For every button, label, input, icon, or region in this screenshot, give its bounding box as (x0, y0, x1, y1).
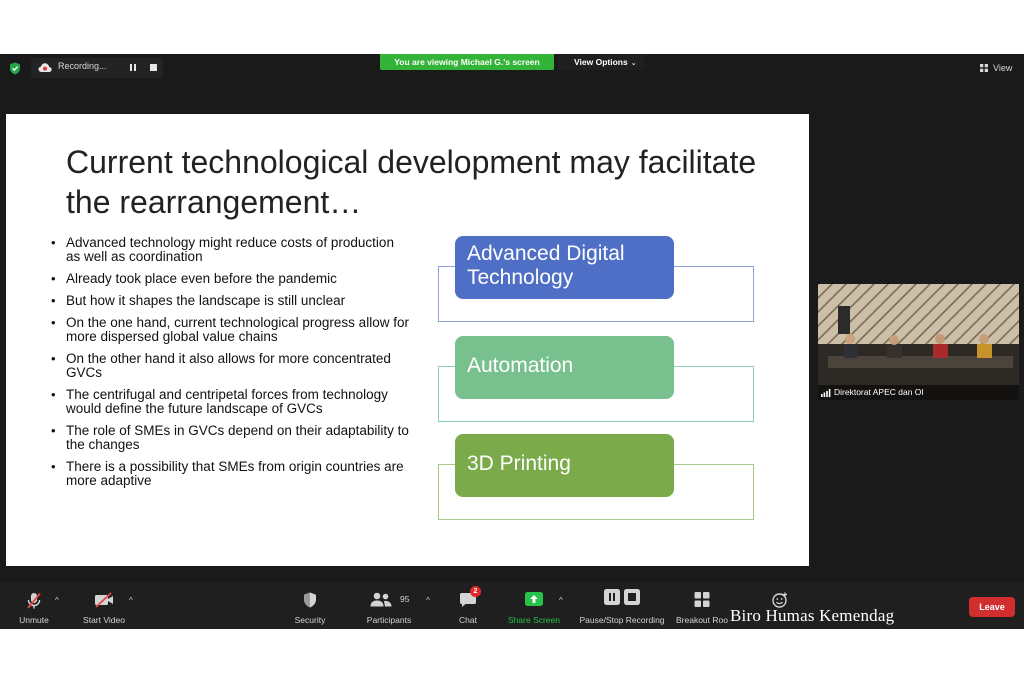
shield-icon (304, 592, 316, 608)
leave-button[interactable]: Leave (969, 597, 1015, 617)
participant-name: Direktorat APEC dan OI (834, 387, 924, 397)
audio-options-caret[interactable]: ^ (55, 596, 59, 605)
watermark-text: Biro Humas Kemendag (730, 606, 895, 625)
bullet-item: There is a possibility that SMEs from or… (50, 460, 410, 488)
grid-view-icon (980, 64, 988, 72)
recording-label: Recording... (58, 61, 107, 71)
participants-options-caret[interactable]: ^ (426, 596, 430, 605)
chevron-down-icon: ⌄ (630, 60, 637, 67)
bullet-item: On the other hand it also allows for mor… (50, 352, 410, 380)
view-button[interactable]: View (976, 59, 1018, 77)
chat-label: Chat (459, 615, 477, 625)
start-video-label: Start Video (83, 615, 125, 625)
pause-recording-icon[interactable] (128, 63, 137, 73)
view-label: View (993, 63, 1013, 73)
advanced-digital-technology-box: Advanced Digital Technology (455, 236, 674, 299)
chat-button[interactable]: 2 Chat (448, 582, 488, 629)
share-screen-icon (525, 592, 543, 606)
microphone-muted-icon (27, 592, 41, 609)
bullet-list: Advanced technology might reduce costs o… (50, 236, 410, 496)
share-screen-label: Share Screen (508, 615, 560, 625)
top-bar: Recording... You are viewing Michael G.'… (0, 54, 1024, 82)
pause-stop-recording-label: Pause/Stop Recording (579, 615, 665, 625)
connection-bars-icon (821, 389, 831, 397)
zoom-window: Recording... You are viewing Michael G.'… (0, 54, 1024, 629)
bullet-item: Advanced technology might reduce costs o… (50, 236, 410, 264)
unmute-button[interactable]: Unmute (10, 582, 58, 629)
bullet-item: The centrifugal and centripetal forces f… (50, 388, 410, 416)
chat-unread-badge: 2 (470, 586, 481, 597)
participants-label: Participants (366, 615, 412, 625)
view-options-button[interactable]: View Options ⌄ (558, 54, 644, 70)
bullet-item: The role of SMEs in GVCs depend on their… (50, 424, 410, 452)
automation-box: Automation (455, 336, 674, 399)
participant-video-tile[interactable] (818, 284, 1019, 400)
bullet-item: Already took place even before the pande… (50, 272, 410, 287)
participants-count: 95 (400, 594, 410, 604)
slide-title: Current technological development may fa… (66, 144, 757, 220)
participants-button[interactable]: 95 Participants (358, 582, 420, 629)
breakout-rooms-icon (694, 592, 710, 607)
participants-icon (370, 592, 392, 607)
unmute-label: Unmute (19, 615, 49, 625)
bullet-item: But how it shapes the landscape is still… (50, 294, 410, 309)
participant-video-feed (818, 284, 1019, 400)
stop-recording-icon[interactable] (150, 64, 157, 71)
view-options-label: View Options (574, 57, 628, 67)
breakout-rooms-label: Breakout Roo (676, 615, 728, 625)
start-video-button[interactable]: Start Video (78, 582, 130, 629)
pause-stop-recording-button[interactable]: Pause/Stop Recording (574, 582, 670, 629)
security-button[interactable]: Security (286, 582, 334, 629)
security-label: Security (294, 615, 326, 625)
share-screen-button[interactable]: Share Screen (502, 582, 566, 629)
cloud-recording-icon (38, 63, 52, 72)
shield-icon[interactable] (9, 62, 21, 75)
shared-slide: Current technological development may fa… (6, 114, 809, 566)
pause-stop-recording-icon (604, 589, 640, 605)
participant-name-label: Direktorat APEC dan OI (818, 385, 1019, 400)
breakout-rooms-button[interactable]: Breakout Roo (676, 582, 728, 629)
3d-printing-box: 3D Printing (455, 434, 674, 497)
share-options-caret[interactable]: ^ (559, 596, 563, 605)
bullet-item: On the one hand, current technological p… (50, 316, 410, 344)
video-options-caret[interactable]: ^ (129, 596, 133, 605)
viewing-screen-banner: You are viewing Michael G.'s screen (380, 54, 554, 70)
camera-off-icon (95, 592, 113, 608)
